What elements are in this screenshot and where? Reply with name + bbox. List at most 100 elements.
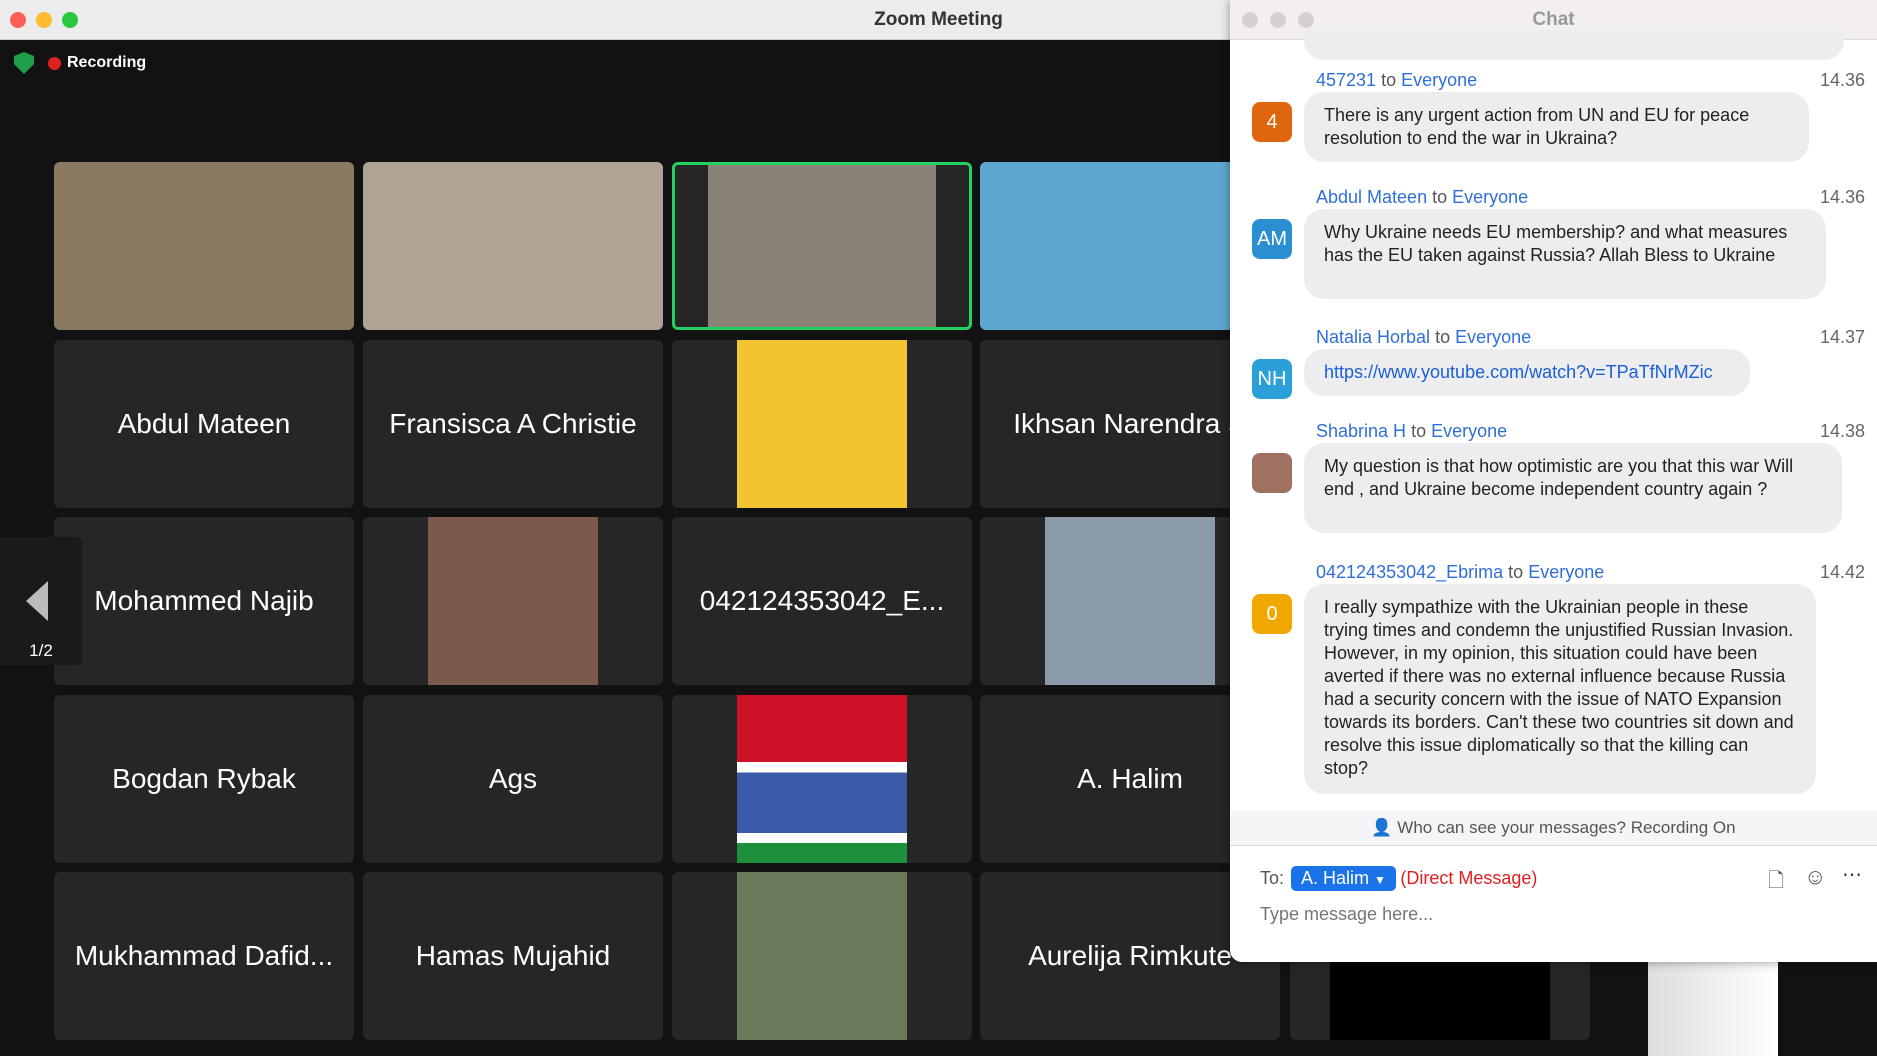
direct-message-label: (Direct Message)	[1400, 868, 1538, 888]
participant-name: Ags	[488, 763, 538, 794]
participant-tile[interactable]	[54, 162, 354, 330]
to-word: to	[1435, 327, 1451, 347]
recipient-name: Everyone	[1452, 187, 1529, 207]
participant-name: Fransisca A Christie	[389, 408, 637, 439]
participant-video	[54, 162, 354, 330]
chat-panel: Chat 457231 to Everyone 14.36 4 There is…	[1230, 0, 1877, 962]
minimize-window-button[interactable]	[36, 12, 52, 28]
flag-image	[737, 695, 907, 863]
profile-picture	[1045, 517, 1215, 685]
avatar[interactable]: AM	[1252, 219, 1292, 259]
participant-tile[interactable]	[672, 162, 972, 330]
to-word: to	[1508, 562, 1524, 582]
participant-name: Mukhammad Dafid...	[74, 940, 334, 971]
recipient-name: Everyone	[1431, 421, 1508, 441]
participant-video	[708, 165, 936, 327]
participant-tile[interactable]: Ags	[363, 695, 663, 863]
avatar[interactable]	[1252, 453, 1292, 493]
privacy-notice[interactable]: 👤 Who can see your messages? Recording O…	[1230, 810, 1877, 846]
sender-name[interactable]: Abdul Mateen	[1316, 187, 1427, 207]
participant-tile[interactable]	[363, 517, 663, 685]
participant-name: Bogdan Rybak	[112, 763, 296, 794]
window-title: Zoom Meeting	[874, 9, 1003, 30]
message-time: 14.37	[1819, 327, 1865, 347]
message-header: Natalia Horbal to Everyone	[1316, 327, 1531, 348]
chat-maximize-button[interactable]	[1298, 12, 1314, 28]
recipient-name: A. Halim	[1301, 868, 1370, 888]
participant-video	[363, 162, 663, 330]
message-bubble: https://www.youtube.com/watch?v=TPaTfNrM…	[1304, 349, 1750, 396]
participant-tile[interactable]: Mukhammad Dafid...	[54, 872, 354, 1040]
privacy-notice-text: Who can see your messages? Recording On	[1397, 818, 1736, 837]
message-bubble: Why Ukraine needs EU membership? and wha…	[1304, 209, 1826, 299]
recipient-dropdown[interactable]: A. Halim ▼	[1291, 866, 1396, 891]
participant-tile[interactable]: Hamas Mujahid	[363, 872, 663, 1040]
message-link[interactable]: https://www.youtube.com/watch?v=TPaTfNrM…	[1324, 362, 1713, 382]
message-input[interactable]	[1260, 904, 1840, 925]
profile-picture	[737, 872, 907, 1040]
to-label: To:	[1260, 868, 1285, 888]
recipient-name: Everyone	[1455, 327, 1532, 347]
sender-name[interactable]: 042124353042_Ebrima	[1316, 562, 1503, 582]
message-time: 14.38	[1819, 421, 1865, 441]
message-header: Shabrina H to Everyone	[1316, 421, 1507, 442]
recipient-name: Everyone	[1528, 562, 1605, 582]
message-text: I really sympathize with the Ukrainian p…	[1324, 597, 1794, 778]
participant-name: Hamas Mujahid	[415, 940, 611, 971]
participant-tile[interactable]: Abdul Mateen	[54, 340, 354, 508]
participant-name: 042124353042_E...	[699, 585, 945, 616]
participant-tile[interactable]	[363, 162, 663, 330]
caret-down-icon: ▼	[1374, 873, 1386, 887]
participant-name: A. Halim	[1077, 763, 1183, 794]
message-time: 14.36	[1819, 187, 1865, 207]
recording-indicator[interactable]: Recording	[14, 52, 147, 74]
previous-page-button[interactable]: 1/2	[0, 537, 82, 665]
chat-close-button[interactable]	[1242, 12, 1258, 28]
close-window-button[interactable]	[10, 12, 26, 28]
emoji-icon[interactable]: ☺	[1804, 864, 1826, 890]
user-shield-icon: 👤	[1371, 818, 1393, 837]
maximize-window-button[interactable]	[62, 12, 78, 28]
avatar[interactable]: 0	[1252, 594, 1292, 634]
participant-tile[interactable]	[672, 340, 972, 508]
sender-name[interactable]: Natalia Horbal	[1316, 327, 1430, 347]
message-bubble: There is any urgent action from UN and E…	[1304, 92, 1809, 162]
to-word: to	[1381, 70, 1397, 90]
participant-name: Abdul Mateen	[117, 408, 291, 439]
avatar[interactable]: NH	[1252, 359, 1292, 399]
participant-name: Aurelija Rimkute	[1028, 940, 1232, 971]
previous-message-bubble	[1304, 30, 1844, 60]
chat-title: Chat	[1532, 9, 1575, 30]
message-text: My question is that how optimistic are y…	[1324, 456, 1794, 499]
profile-picture	[428, 517, 598, 685]
participant-name: Ikhsan Narendra S	[1013, 408, 1247, 439]
page-indicator: 1/2	[29, 641, 53, 660]
participant-name: Mohammed Najib	[94, 585, 314, 616]
participant-tile[interactable]: 042124353042_E...	[672, 517, 972, 685]
participant-tile[interactable]: Mohammed Najib	[54, 517, 354, 685]
recording-label: Recording	[67, 54, 147, 71]
sender-name[interactable]: Shabrina H	[1316, 421, 1406, 441]
more-options-icon[interactable]: ⋯	[1842, 862, 1862, 887]
message-text: There is any urgent action from UN and E…	[1324, 105, 1750, 148]
background-window	[1648, 962, 1778, 1056]
message-bubble: I really sympathize with the Ukrainian p…	[1304, 584, 1816, 794]
avatar[interactable]: 4	[1252, 102, 1292, 142]
participant-tile[interactable]: Fransisca A Christie	[363, 340, 663, 508]
message-time: 14.36	[1819, 70, 1865, 90]
participant-tile[interactable]: Bogdan Rybak	[54, 695, 354, 863]
to-word: to	[1411, 421, 1427, 441]
sender-name[interactable]: 457231	[1316, 70, 1376, 90]
message-header: 457231 to Everyone	[1316, 70, 1477, 91]
message-header: Abdul Mateen to Everyone	[1316, 187, 1528, 208]
message-time: 14.42	[1819, 562, 1865, 582]
message-text: Why Ukraine needs EU membership? and wha…	[1324, 222, 1788, 265]
chat-minimize-button[interactable]	[1270, 12, 1286, 28]
participant-tile[interactable]	[672, 872, 972, 1040]
to-word: to	[1432, 187, 1448, 207]
participant-tile[interactable]	[672, 695, 972, 863]
arrow-left-icon	[26, 581, 48, 621]
profile-picture	[737, 340, 907, 508]
file-icon[interactable]: 🗋	[1768, 866, 1784, 900]
recipient-name: Everyone	[1401, 70, 1478, 90]
